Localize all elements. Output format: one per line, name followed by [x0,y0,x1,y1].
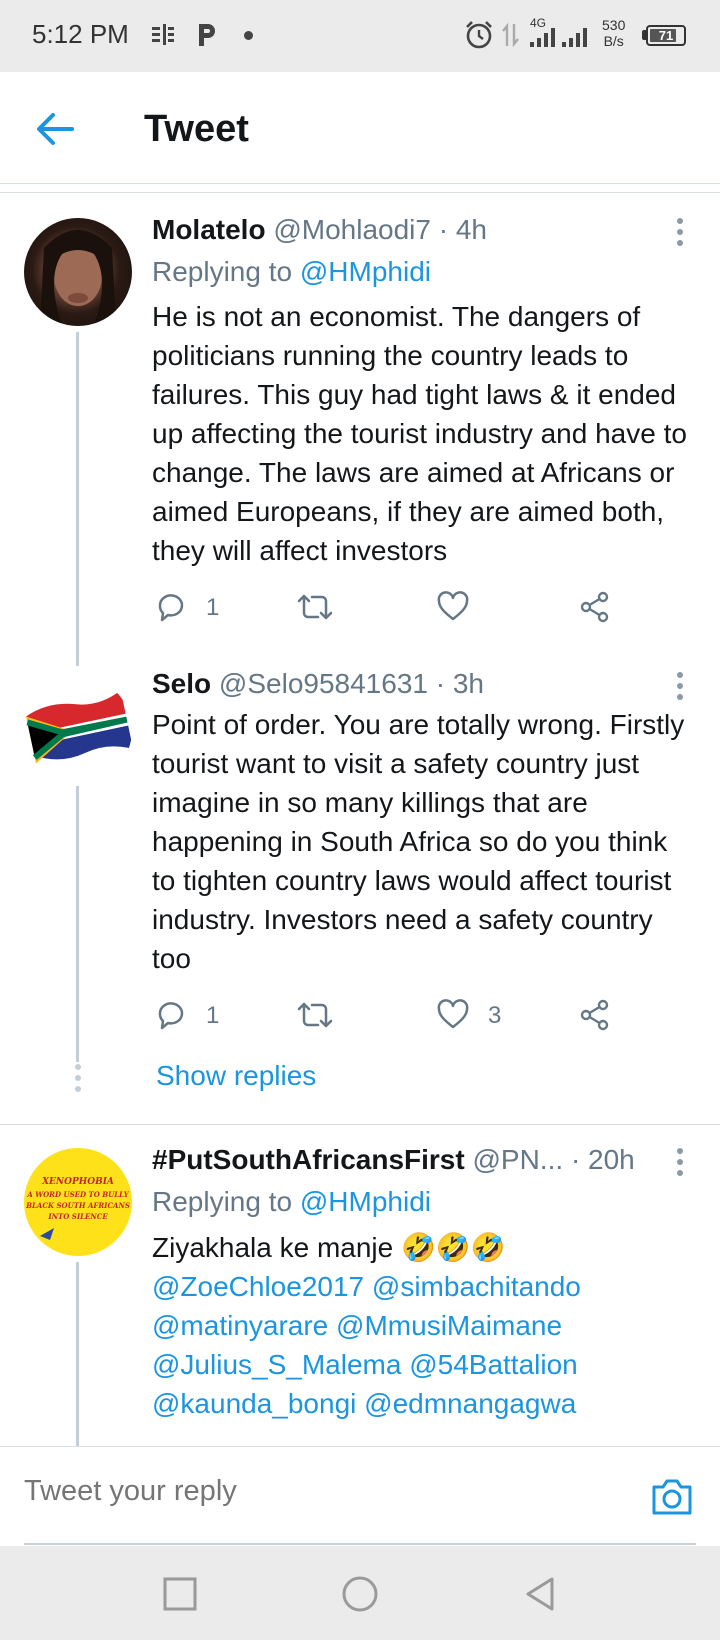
tweet-divider [0,1124,720,1125]
more-options-icon[interactable] [676,672,684,702]
mention-link[interactable]: @54Battalion [409,1349,578,1380]
tweet-header: #PutSouthAfricansFirst @PN... · 20h [152,1144,672,1176]
avatar-text-line-3: BLACK SOUTH AFRICANS [25,1201,130,1210]
display-name[interactable]: #PutSouthAfricansFirst [152,1144,465,1175]
xenophobia-poster-avatar: XENOPHOBIA A WORD USED TO BULLY BLACK SO… [25,1177,130,1240]
camera-icon[interactable] [650,1477,694,1517]
retweet-button[interactable] [296,998,336,1036]
thread-continuation-dots [75,1064,81,1097]
recents-square-icon[interactable] [160,1574,200,1614]
system-nav-bar [0,1546,720,1640]
arrow-left-icon[interactable] [36,112,76,146]
p-app-icon [199,24,215,46]
handle[interactable]: @PN... [472,1144,563,1175]
tweet-reply-input[interactable] [24,1475,584,1508]
back-triangle-icon[interactable] [520,1574,560,1614]
timestamp: · 4h [438,214,487,245]
battery-level: 71 [658,28,674,43]
tweet-header: Molatelo @Mohlaodi7 · 4h [152,214,487,246]
like-button[interactable] [436,590,476,628]
reply-count: 1 [206,594,220,621]
avatar-photo [40,230,116,326]
mention-link[interactable]: @simbachitando [372,1271,581,1302]
tweet-header: Selo @Selo95841631 · 3h [152,668,484,700]
reply-button[interactable]: 1 [154,590,234,628]
status-time: 5:12 PM [32,19,129,49]
south-africa-flag-avatar [26,690,132,764]
replying-label: Replying to [152,1186,293,1217]
home-circle-icon[interactable] [340,1574,380,1614]
data-arrows-icon [502,22,519,48]
alarm-icon [466,21,492,49]
thread-line [76,786,79,1062]
share-button[interactable] [578,590,618,628]
replying-label: Replying to [152,256,293,287]
reply-count: 1 [206,1002,220,1029]
header-divider [0,192,720,193]
avatar-text-line-4: INTO SILENCE [47,1212,108,1221]
avatar[interactable]: XENOPHOBIA A WORD USED TO BULLY BLACK SO… [24,1148,132,1256]
share-icon [580,591,609,623]
signal-icon [530,28,587,47]
display-name[interactable]: Selo [152,668,211,699]
replying-to: Replying to @HMphidi [152,256,431,288]
mention-link[interactable]: @edmnangagwa [364,1388,576,1419]
network-speed: 530 B/s [602,17,625,49]
replying-to-link[interactable]: @HMphidi [300,256,431,287]
status-bar: 5:12 PM 4G 530 B/s 71 [0,0,720,72]
like-count: 3 [488,1002,502,1029]
status-dot [244,31,253,40]
reply-icon [158,594,184,622]
thread-line [76,1262,79,1446]
replying-to-link[interactable]: @HMphidi [300,1186,431,1217]
like-button[interactable]: 3 [436,998,516,1036]
handle[interactable]: @Mohlaodi7 [273,214,431,245]
timestamp: · 20h [570,1144,635,1175]
reply-composer [0,1446,720,1546]
notification-icon [152,24,174,45]
share-icon [580,999,609,1031]
reply-button[interactable]: 1 [154,998,234,1036]
tweet-text: Point of order. You are totally wrong. F… [152,709,685,974]
show-replies-link[interactable]: Show replies [156,1060,316,1092]
mention-link[interactable]: @matinyarare [152,1310,328,1341]
more-options-icon[interactable] [676,218,684,248]
rofl-emoji-icons: 🤣🤣🤣 [401,1232,506,1263]
timestamp: · 3h [435,668,484,699]
mention-link[interactable]: @ZoeChloe2017 [152,1271,364,1302]
retweet-icon [297,594,333,620]
speed-value: 530 [602,17,626,33]
share-button[interactable] [578,998,618,1036]
more-options-icon[interactable] [676,1148,684,1178]
page-title: Tweet [144,108,249,150]
display-name[interactable]: Molatelo [152,214,266,245]
handle[interactable]: @Selo95841631 [219,668,428,699]
heart-icon [437,999,469,1029]
reply-input-underline [24,1543,696,1545]
avatar[interactable] [24,676,132,784]
retweet-icon [297,1002,333,1028]
thread-line [76,332,79,666]
heart-icon [437,591,469,621]
avatar[interactable] [24,218,132,326]
replying-to: Replying to @HMphidi [152,1186,431,1218]
tweet-text: Ziyakhala ke manje 🤣🤣🤣 @ZoeChloe2017 @si… [152,1228,697,1423]
app-header: Tweet [0,72,720,184]
tweet-text: He is not an economist. The dangers of p… [152,301,687,566]
avatar-text-line-1: XENOPHOBIA [41,1177,114,1187]
mention-link[interactable]: @Julius_S_Malema [152,1349,401,1380]
speed-unit: B/s [603,33,624,49]
reply-icon [158,1002,184,1030]
mention-link[interactable]: @MmusiMaimane [336,1310,562,1341]
retweet-button[interactable] [296,590,336,628]
mention-link[interactable]: @kaunda_bongi [152,1388,356,1419]
avatar-text-line-2: A WORD USED TO BULLY [26,1190,129,1199]
tweet-text-start: Ziyakhala ke manje [152,1232,394,1263]
battery-icon: 71 [646,25,686,46]
